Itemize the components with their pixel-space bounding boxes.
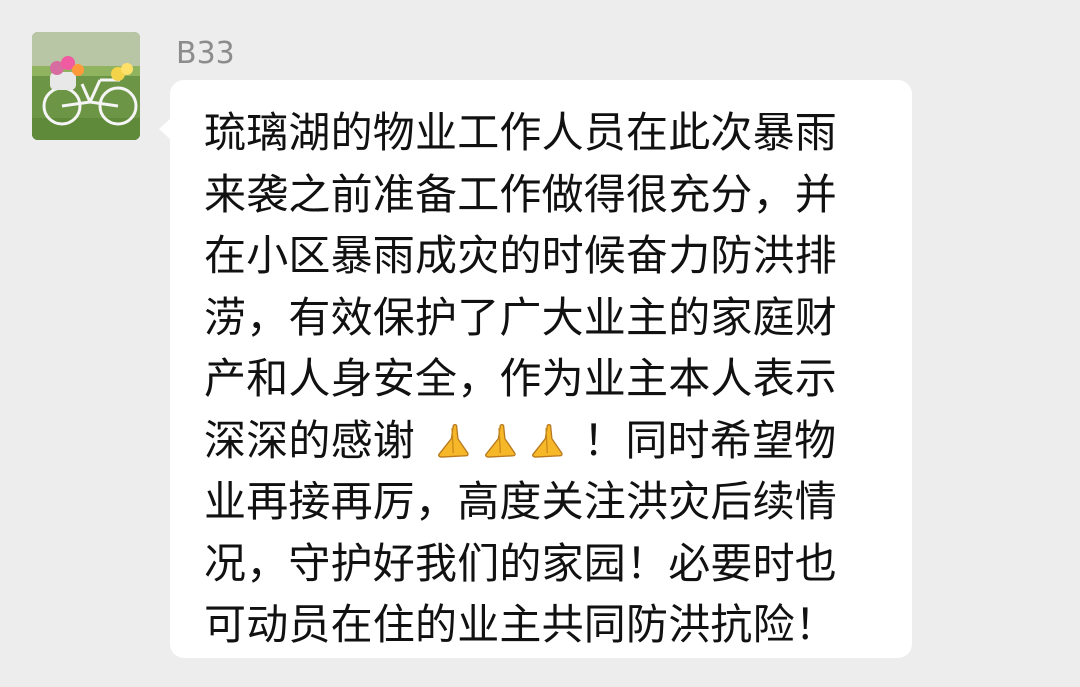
- avatar-image: [32, 32, 140, 140]
- message-line: 琉璃湖的物业工作人员在此次暴雨: [204, 108, 838, 157]
- message-line: 可动员在住的业主共同防洪抗险！: [204, 600, 838, 649]
- message-fragment: ！同时希望物: [583, 415, 837, 465]
- message-line: 况，守护好我们的家园！必要时也: [204, 538, 838, 588]
- folded-hands-icon: [484, 423, 516, 458]
- folded-hands-icon: [437, 423, 469, 458]
- message-line-with-emoji: 深深的感谢 ！同时希望物: [204, 410, 894, 472]
- message-bubble[interactable]: 琉璃湖的物业工作人员在此次暴雨 来袭之前准备工作做得很充分，并 在小区暴雨成灾的…: [159, 80, 912, 658]
- message-fragment: 深深的感谢: [204, 415, 416, 465]
- message-text: 琉璃湖的物业工作人员在此次暴雨 来袭之前准备工作做得很充分，并 在小区暴雨成灾的…: [204, 102, 894, 656]
- message-line: 涝，有效保护了广大业主的家庭财: [204, 292, 838, 342]
- message-line: 产和人身安全，作为业主本人表示: [204, 354, 838, 403]
- message-line: 在小区暴雨成灾的时候奋力防洪排: [204, 231, 838, 280]
- avatar[interactable]: [32, 32, 140, 140]
- message-line: 来袭之前准备工作做得很充分，并: [204, 169, 838, 219]
- folded-hands-icon: [531, 423, 563, 458]
- message-line: 业再接再厉，高度关注洪灾后续情: [204, 477, 838, 526]
- sender-name: B33: [176, 36, 235, 71]
